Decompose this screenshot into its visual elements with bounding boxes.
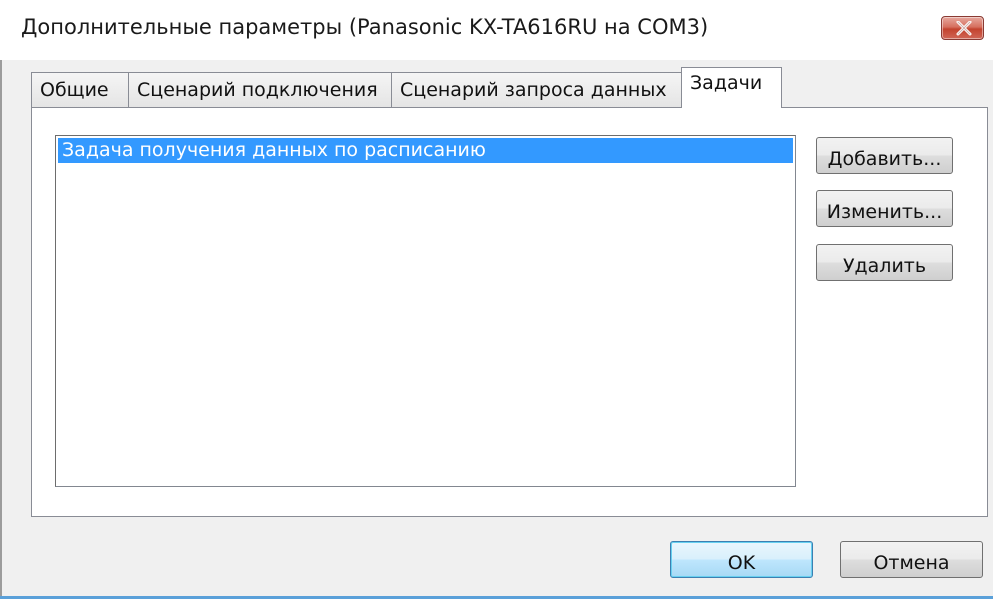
delete-task-button[interactable]: Удалить <box>816 244 953 281</box>
tab-data-request-script[interactable]: Сценарий запроса данных <box>391 72 682 108</box>
tab-general[interactable]: Общие <box>31 72 129 108</box>
dialog-window: Дополнительные параметры (Panasonic KX-T… <box>0 0 993 599</box>
add-task-button[interactable]: Добавить... <box>816 137 953 174</box>
close-icon <box>956 21 972 36</box>
window-title: Дополнительные параметры (Panasonic KX-T… <box>21 15 709 39</box>
list-item[interactable]: Задача получения данных по расписанию <box>58 138 793 163</box>
cancel-button[interactable]: Отмена <box>840 541 983 578</box>
tasks-tab-panel: Задача получения данных по расписанию До… <box>31 107 988 517</box>
edit-task-button[interactable]: Изменить... <box>816 190 953 227</box>
tasks-listbox[interactable]: Задача получения данных по расписанию <box>55 135 796 487</box>
tab-tasks[interactable]: Задачи <box>681 67 782 108</box>
title-bar: Дополнительные параметры (Panasonic KX-T… <box>0 0 993 60</box>
close-button[interactable] <box>941 16 984 40</box>
window-left-border <box>0 60 2 599</box>
ok-button[interactable]: OK <box>670 541 813 578</box>
tab-connection-script[interactable]: Сценарий подключения <box>128 72 392 108</box>
